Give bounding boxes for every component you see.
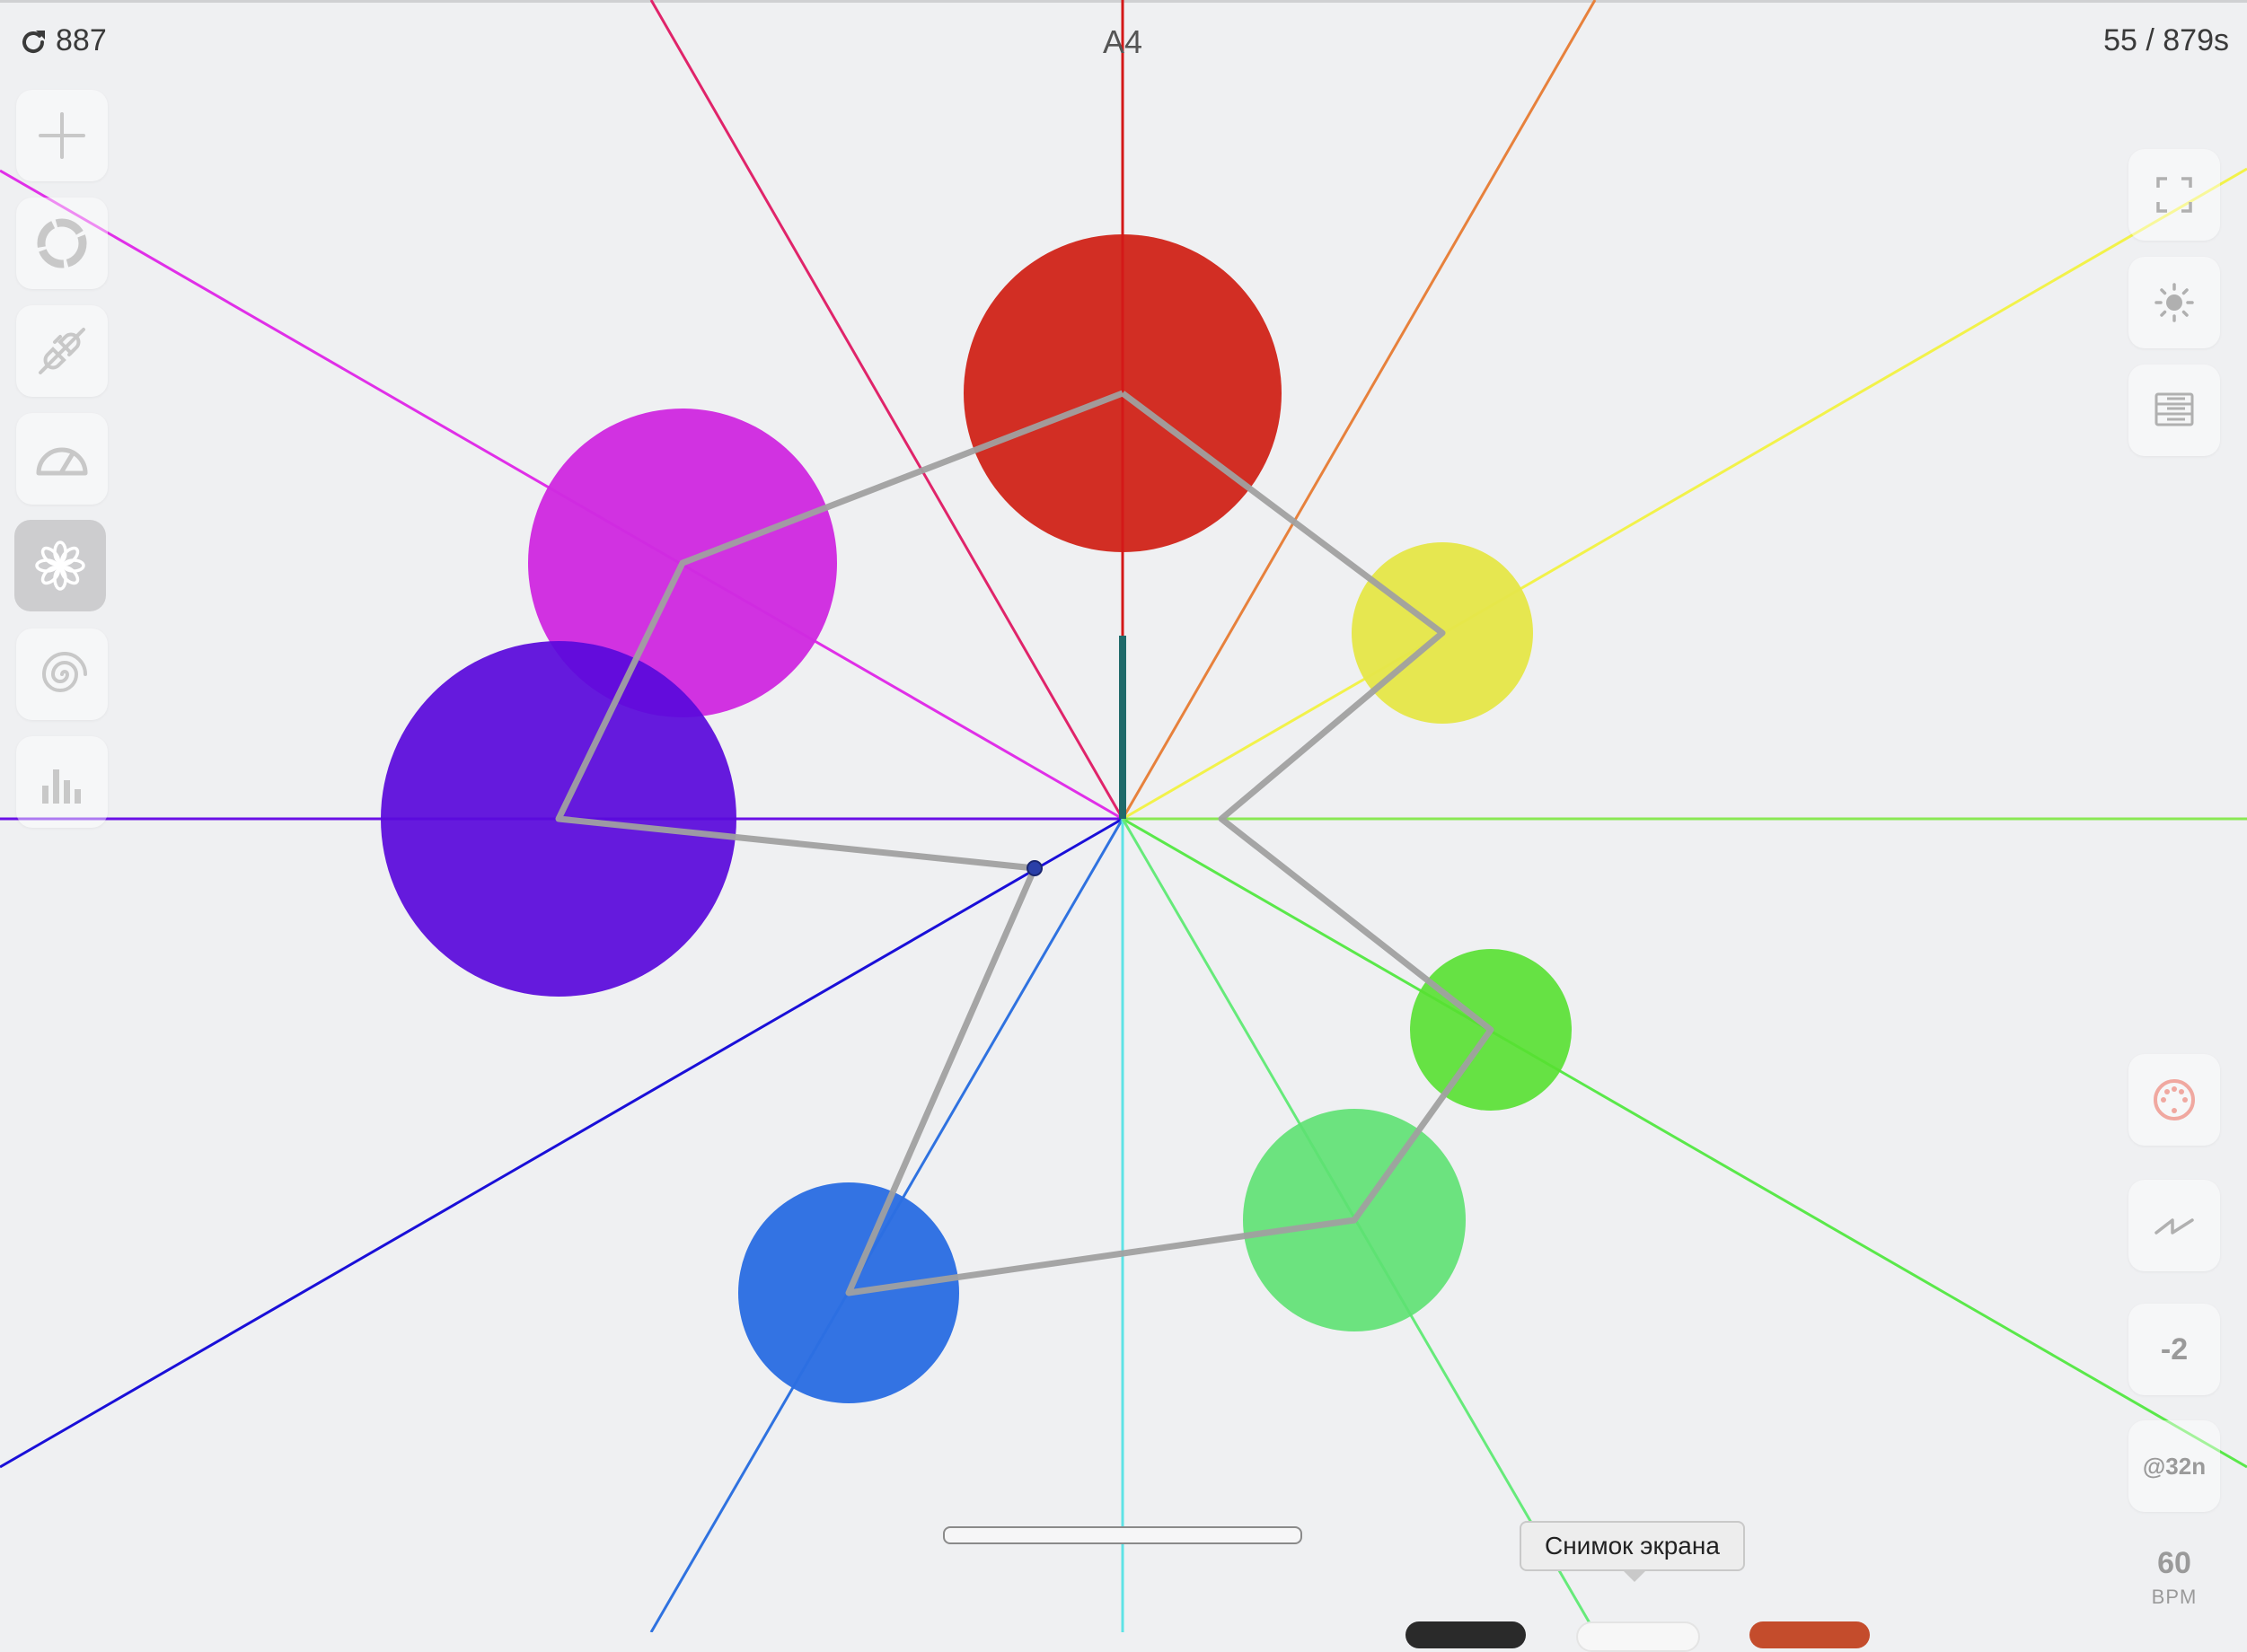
fullscreen-button[interactable]	[2128, 149, 2220, 241]
playhead-dot	[1027, 860, 1043, 876]
time-counter: 55 / 879s	[2103, 23, 2229, 57]
bar-chart-icon	[42, 769, 81, 804]
bpm-value: 60	[2157, 1546, 2191, 1580]
dock-item-light[interactable]	[1576, 1621, 1700, 1652]
fullscreen-icon	[2156, 177, 2192, 213]
reload-icon[interactable]	[18, 27, 48, 57]
plus-icon	[39, 112, 85, 159]
wave-button[interactable]	[2128, 1180, 2220, 1271]
midi-button[interactable]	[2128, 1054, 2220, 1146]
loop-button[interactable]	[16, 198, 108, 289]
brightness-button[interactable]	[2128, 257, 2220, 348]
segmented-circle-icon	[37, 218, 87, 268]
spiral-icon	[41, 652, 87, 692]
list-icon	[2154, 392, 2194, 426]
add-button[interactable]	[16, 90, 108, 181]
zigzag-icon	[2154, 1218, 2194, 1235]
bpm-unit-label: BPM	[2151, 1586, 2198, 1608]
spiral-button[interactable]	[16, 628, 108, 720]
gauge-icon	[36, 447, 88, 476]
center-bar	[1119, 636, 1126, 819]
midi-icon	[2154, 1079, 2195, 1120]
radial-line-yellow	[1122, 167, 2247, 821]
list-button[interactable]	[2128, 365, 2220, 456]
transpose-button[interactable]: -2	[2128, 1304, 2220, 1395]
subdivision-value: @32n	[2142, 1453, 2207, 1480]
flower-button[interactable]	[14, 520, 106, 611]
reload-count: 887	[56, 23, 107, 57]
screenshot-tooltip: Снимок экрана	[1520, 1521, 1745, 1582]
unplug-icon	[39, 328, 85, 374]
transpose-value: -2	[2160, 1332, 2189, 1366]
bpm-button[interactable]: 60 BPM	[2128, 1528, 2220, 1627]
sun-icon	[2154, 283, 2194, 322]
note-circles	[381, 0, 1572, 1403]
progress-scrubber[interactable]	[943, 1526, 1302, 1544]
flower-icon	[35, 540, 85, 591]
bars-button[interactable]	[16, 736, 108, 828]
visualizer-canvas[interactable]	[0, 0, 2247, 1632]
dock-item-dark[interactable]	[1405, 1621, 1526, 1648]
disconnect-button[interactable]	[16, 305, 108, 397]
dock-item-orange[interactable]	[1749, 1621, 1870, 1648]
subdivision-button[interactable]: @32n	[2128, 1420, 2220, 1512]
speed-button[interactable]	[16, 413, 108, 505]
current-note-label: A4	[1103, 23, 1143, 60]
